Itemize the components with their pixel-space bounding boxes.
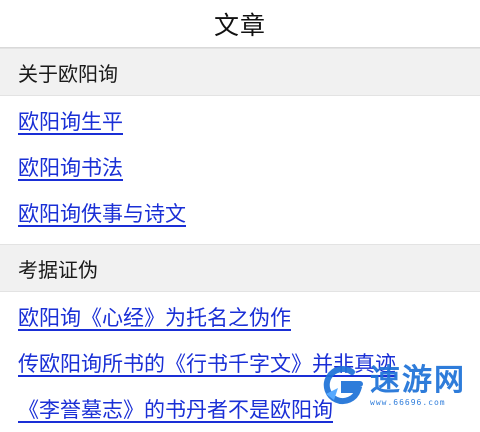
list-item: 欧阳询佚事与诗文 xyxy=(18,190,480,236)
section-header-about: 关于欧阳询 xyxy=(0,48,480,96)
list-item: 欧阳询书法 xyxy=(18,144,480,190)
site-watermark: 速游网 www.66696.com xyxy=(320,364,466,408)
link-biography[interactable]: 欧阳询生平 xyxy=(18,106,123,136)
app-header: 文章 xyxy=(0,0,480,48)
link-anecdotes-poems[interactable]: 欧阳询佚事与诗文 xyxy=(18,198,186,228)
link-list-verification: 欧阳询《心经》为托名之伪作 传欧阳询所书的《行书千字文》并非真迹 《李誉墓志》的… xyxy=(0,292,480,432)
link-calligraphy[interactable]: 欧阳询书法 xyxy=(18,152,123,182)
page-title: 文章 xyxy=(213,10,266,40)
section-title: 关于欧阳询 xyxy=(18,61,118,86)
watermark-text: 速游网 xyxy=(370,362,466,398)
list-item: 欧阳询生平 xyxy=(18,98,480,144)
watermark-text-group: 速游网 www.66696.com xyxy=(370,362,466,407)
link-list-about: 欧阳询生平 欧阳询书法 欧阳询佚事与诗文 xyxy=(0,96,480,244)
link-li-yu-epitaph[interactable]: 《李誉墓志》的书丹者不是欧阳询 xyxy=(18,394,333,424)
watermark-url: www.66696.com xyxy=(370,397,446,407)
list-item: 欧阳询《心经》为托名之伪作 xyxy=(18,294,480,340)
section-header-verification: 考据证伪 xyxy=(0,244,480,292)
section-title: 考据证伪 xyxy=(18,257,98,282)
watermark-logo-icon xyxy=(323,366,363,405)
link-heart-sutra-forgery[interactable]: 欧阳询《心经》为托名之伪作 xyxy=(18,302,291,332)
